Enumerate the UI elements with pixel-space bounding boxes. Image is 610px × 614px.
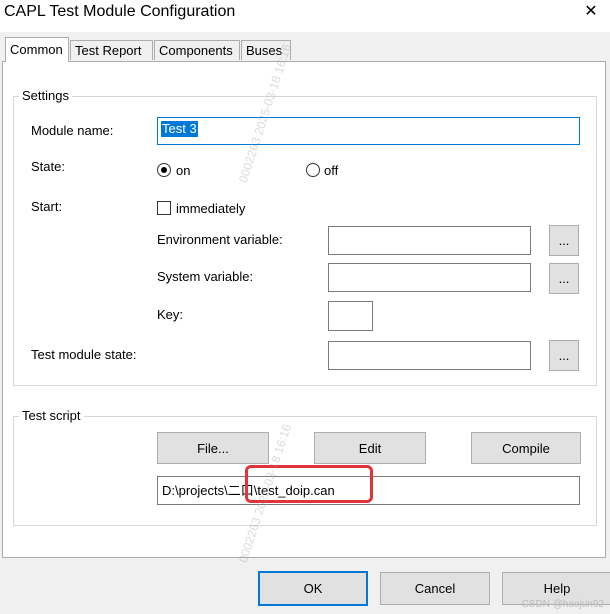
env-var-browse-button[interactable]: ... [549, 225, 579, 256]
key-input[interactable] [328, 301, 373, 331]
state-off-label: off [324, 163, 339, 178]
edit-button[interactable]: Edit [314, 432, 426, 464]
state-off-radio[interactable] [306, 163, 320, 177]
env-var-input[interactable] [328, 226, 531, 255]
test-module-state-input[interactable] [328, 341, 531, 370]
module-name-input[interactable]: Test 3 [157, 117, 580, 145]
test-module-state-browse-button[interactable]: ... [549, 340, 579, 371]
state-on-label: on [176, 163, 191, 178]
test-module-state-label: Test module state: [31, 347, 137, 362]
tab-test-report[interactable]: Test Report [70, 40, 153, 60]
title-bar: CAPL Test Module Configuration ✕ [0, 0, 610, 32]
tab-strip: Common Test Report Components Buses [0, 34, 610, 62]
cancel-button[interactable]: Cancel [380, 572, 490, 605]
state-label: State: [31, 159, 65, 174]
ok-button[interactable]: OK [258, 571, 368, 606]
settings-group-label: Settings [19, 88, 72, 104]
env-var-label: Environment variable: [157, 232, 283, 247]
window-title: CAPL Test Module Configuration [4, 3, 236, 20]
radio-selected-dot [161, 167, 167, 173]
state-on-radio[interactable] [157, 163, 171, 177]
immediately-label: immediately [176, 201, 246, 216]
sys-var-label: System variable: [157, 269, 254, 284]
credit-text: CSDN @haojun92 [521, 599, 604, 610]
module-name-value: Test 3 [161, 121, 198, 137]
sys-var-input[interactable] [328, 263, 531, 292]
key-label: Key: [157, 307, 184, 322]
module-name-label: Module name: [31, 123, 114, 138]
immediately-checkbox[interactable] [157, 201, 171, 215]
compile-button[interactable]: Compile [471, 432, 581, 464]
tab-common[interactable]: Common [5, 37, 69, 62]
test-script-group-label: Test script [19, 408, 84, 424]
file-button[interactable]: File... [157, 432, 269, 464]
tab-components[interactable]: Components [154, 40, 240, 60]
sys-var-browse-button[interactable]: ... [549, 263, 579, 294]
close-icon[interactable]: ✕ [582, 2, 600, 22]
start-label: Start: [31, 199, 63, 214]
